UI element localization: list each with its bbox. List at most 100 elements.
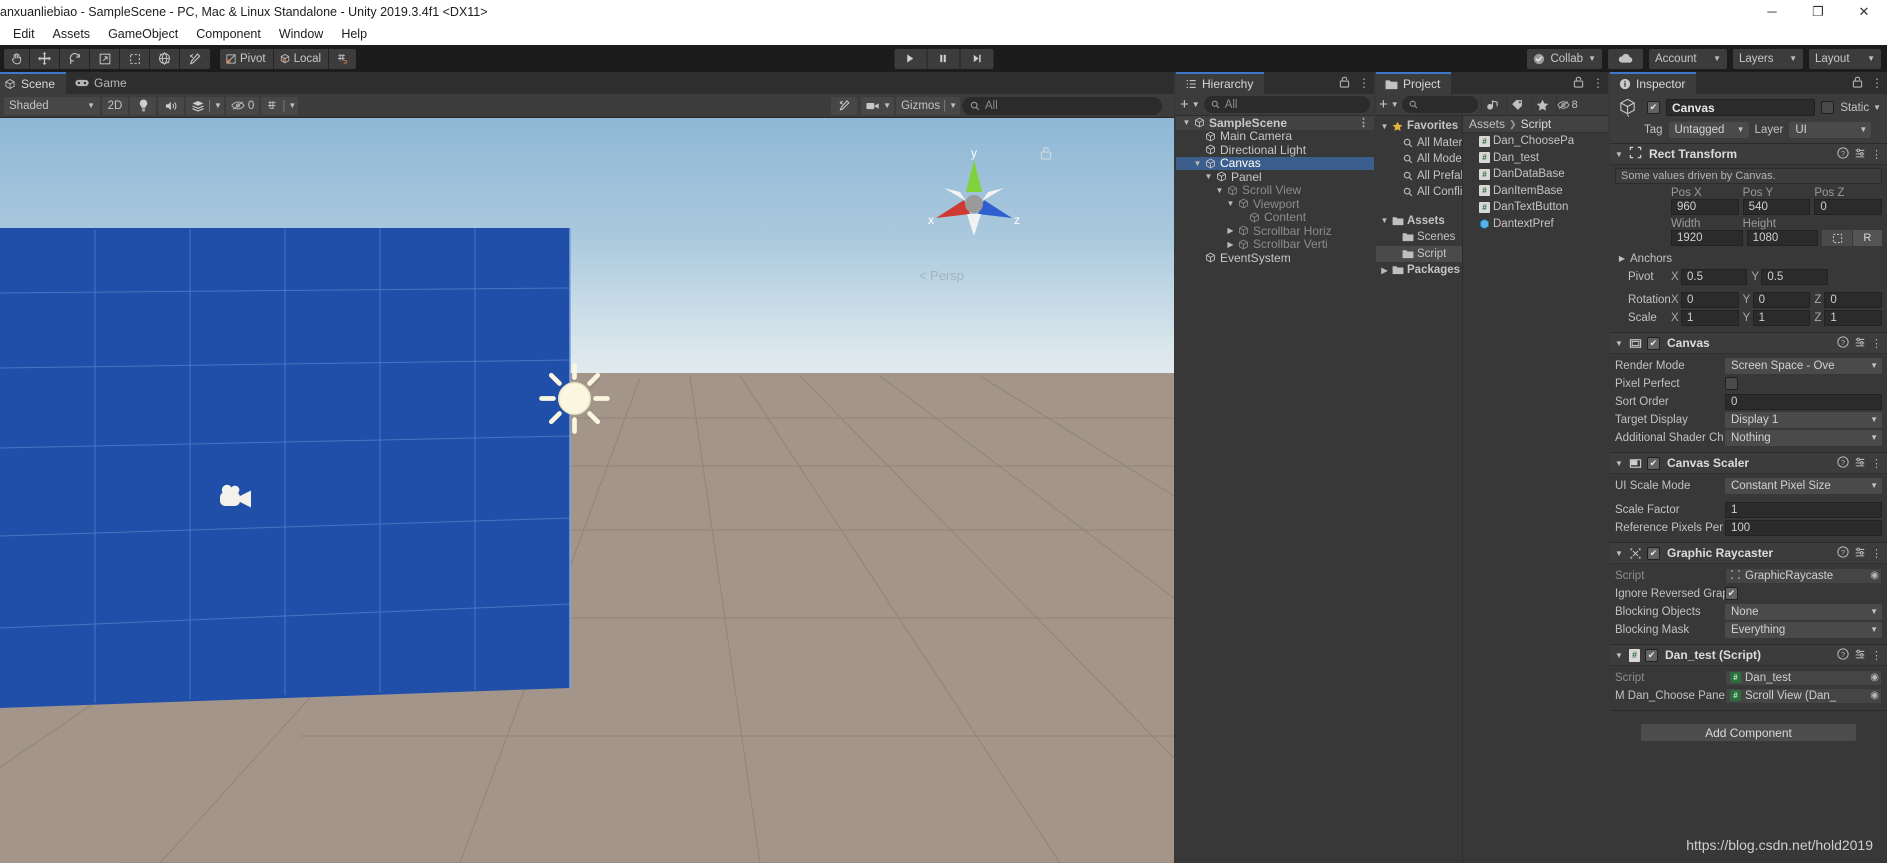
field-dropdown-additional-shader-ch[interactable]: Nothing ▼ xyxy=(1725,429,1882,446)
foldout-arrow-icon[interactable]: ▼ xyxy=(1378,122,1391,131)
gizmo-lock-icon[interactable] xyxy=(1040,146,1052,163)
scene-camera-button[interactable]: ▼ xyxy=(861,96,895,115)
foldout-arrow-icon[interactable]: ▼ xyxy=(1213,186,1226,195)
shading-mode-dropdown[interactable]: Shaded ▼ xyxy=(4,96,100,115)
hierarchy-item-scroll-view[interactable]: ▼ Scroll View xyxy=(1176,183,1374,197)
field-object-script[interactable]: # Dan_test ◉ xyxy=(1725,669,1882,686)
component-menu-icon[interactable]: ⋮ xyxy=(1871,337,1882,350)
foldout-arrow-icon[interactable]: ▼ xyxy=(1614,651,1624,660)
rect-tool-button[interactable] xyxy=(120,48,150,69)
foldout-arrow-icon[interactable]: ▶ xyxy=(1224,240,1237,249)
hierarchy-item-samplescene[interactable]: ▼ SampleScene ⋮ xyxy=(1176,116,1374,130)
main-camera-gizmo[interactable] xyxy=(218,482,258,514)
field-dropdown-target-display[interactable]: Display 1 ▼ xyxy=(1725,411,1882,428)
project-tree-item-assets[interactable]: ▼ Assets xyxy=(1376,213,1462,230)
component-header[interactable]: ▼ ✔ Canvas? ⋮ xyxy=(1610,333,1887,354)
field-object-m-dan-choose-panel[interactable]: # Scroll View (Dan_ ◉ xyxy=(1725,687,1882,704)
foldout-arrow-icon[interactable]: ▼ xyxy=(1224,199,1237,208)
tab-hierarchy[interactable]: Hierarchy xyxy=(1176,72,1265,94)
scene-search-input[interactable]: All xyxy=(962,96,1162,115)
pos-x-field[interactable]: 960 xyxy=(1671,199,1739,215)
create-object-button[interactable]: + ▼ xyxy=(1180,97,1200,112)
anchors-foldout[interactable]: ▶ Anchors xyxy=(1615,250,1882,267)
hierarchy-item-scrollbar-verti[interactable]: ▶ Scrollbar Verti xyxy=(1176,237,1374,251)
foldout-arrow-icon[interactable]: ▼ xyxy=(1614,459,1624,468)
tab-game[interactable]: Game xyxy=(66,72,138,94)
layer-dropdown[interactable]: UI ▼ xyxy=(1789,121,1872,138)
foldout-arrow-icon[interactable]: ▶ xyxy=(1224,226,1237,235)
rotation-x-field[interactable]: 0 xyxy=(1681,291,1739,308)
lock-icon[interactable] xyxy=(1339,76,1350,91)
width-field[interactable]: 1920 xyxy=(1671,230,1743,246)
component-header[interactable]: ▼ Rect Transform ? ⋮ xyxy=(1610,144,1887,165)
directional-light-gizmo[interactable] xyxy=(537,361,612,436)
minimize-button[interactable]: ─ xyxy=(1749,0,1795,23)
project-file-dantextpref[interactable]: DantextPref xyxy=(1463,216,1608,233)
component-enabled-checkbox[interactable]: ✔ xyxy=(1647,456,1660,470)
object-name-field[interactable]: Canvas xyxy=(1666,99,1816,116)
pos-z-field[interactable]: 0 xyxy=(1814,199,1883,215)
foldout-arrow-icon[interactable]: ▶ xyxy=(1617,254,1627,263)
scene-tools-button[interactable] xyxy=(831,96,858,115)
field-object-script[interactable]: GraphicRaycaste ◉ xyxy=(1725,567,1882,584)
rotation-z-field[interactable]: 0 xyxy=(1824,291,1883,308)
hierarchy-item-canvas[interactable]: ▼ Canvas xyxy=(1176,156,1374,170)
pivot-toggle-button[interactable]: Pivot xyxy=(220,48,274,69)
hierarchy-item-content[interactable]: Content xyxy=(1176,210,1374,224)
object-picker-icon[interactable]: ◉ xyxy=(1870,690,1879,701)
project-tree-item-script[interactable]: Script xyxy=(1376,245,1462,262)
field-dropdown-render-mode[interactable]: Screen Space - Ove ▼ xyxy=(1725,357,1882,374)
scale-y-field[interactable]: 1 xyxy=(1752,309,1811,326)
project-tree-item-all-models[interactable]: All Models xyxy=(1376,151,1462,168)
help-icon[interactable]: ? xyxy=(1837,647,1849,663)
scene-orientation-gizmo[interactable]: y x z xyxy=(914,144,1034,264)
foldout-arrow-icon[interactable]: ▼ xyxy=(1202,172,1215,181)
project-file-dan-test[interactable]: # Dan_test xyxy=(1463,150,1608,167)
scene-projection-label[interactable]: < Persp xyxy=(919,268,964,283)
component-header[interactable]: ▼ ✔ Graphic Raycaster? ⋮ xyxy=(1610,543,1887,564)
preset-icon[interactable] xyxy=(1854,336,1866,351)
field-dropdown-blocking-mask[interactable]: Everything ▼ xyxy=(1725,621,1882,638)
play-button[interactable] xyxy=(894,48,927,69)
create-asset-button[interactable]: + ▼ xyxy=(1379,97,1399,112)
raw-edit-button[interactable]: R xyxy=(1852,230,1883,246)
pause-button[interactable] xyxy=(927,48,960,69)
tab-scene[interactable]: Scene xyxy=(0,72,67,94)
hand-tool-button[interactable] xyxy=(4,48,30,69)
layout-button[interactable]: Layout ▼ xyxy=(1809,48,1881,69)
hidden-objects-button[interactable]: 0 xyxy=(225,96,260,115)
static-checkbox[interactable] xyxy=(1821,101,1835,114)
preset-icon[interactable] xyxy=(1854,546,1866,561)
preset-icon[interactable] xyxy=(1854,456,1866,471)
foldout-arrow-icon[interactable]: ▶ xyxy=(1378,266,1391,275)
field-dropdown-blocking-objects[interactable]: None ▼ xyxy=(1725,603,1882,620)
menu-item-help[interactable]: Help xyxy=(332,25,376,43)
scale-tool-button[interactable] xyxy=(90,48,120,69)
component-header[interactable]: ▼ # ✔ Dan_test (Script)? ⋮ xyxy=(1610,645,1887,666)
add-component-button[interactable]: Add Component xyxy=(1640,723,1857,742)
tag-dropdown[interactable]: Untagged ▼ xyxy=(1668,121,1749,138)
project-file-dan-choosepa[interactable]: # Dan_ChoosePa xyxy=(1463,133,1608,150)
project-hidden-button[interactable]: 8 xyxy=(1555,95,1578,114)
maximize-button[interactable]: ❐ xyxy=(1795,0,1841,23)
layers-button[interactable]: Layers ▼ xyxy=(1733,48,1803,69)
component-menu-icon[interactable]: ⋮ xyxy=(1871,457,1882,470)
object-enabled-checkbox[interactable]: ✔ xyxy=(1647,101,1660,114)
filter-favorite-button[interactable] xyxy=(1530,95,1553,114)
lock-icon[interactable] xyxy=(1852,76,1863,91)
foldout-arrow-icon[interactable]: ▼ xyxy=(1378,216,1391,225)
hierarchy-item-panel[interactable]: ▼ Panel xyxy=(1176,170,1374,184)
field-input-reference-pixels-per[interactable]: 100 xyxy=(1725,519,1882,536)
component-menu-icon[interactable]: ⋮ xyxy=(1871,547,1882,560)
breadcrumb-assets[interactable]: Assets xyxy=(1469,117,1505,131)
component-header[interactable]: ▼ ✔ Canvas Scaler? ⋮ xyxy=(1610,453,1887,474)
project-file-dantextbutton[interactable]: # DanTextButton xyxy=(1463,199,1608,216)
help-icon[interactable]: ? xyxy=(1837,545,1849,561)
component-menu-icon[interactable]: ⋮ xyxy=(1871,148,1882,161)
move-tool-button[interactable] xyxy=(30,48,60,69)
project-file-dandatabase[interactable]: # DanDataBase xyxy=(1463,166,1608,183)
preset-icon[interactable] xyxy=(1854,147,1866,162)
panel-menu-icon[interactable]: ⋮ xyxy=(1592,76,1604,90)
toggle-2d-button[interactable]: 2D xyxy=(102,96,128,115)
filter-label-button[interactable] xyxy=(1505,95,1528,114)
